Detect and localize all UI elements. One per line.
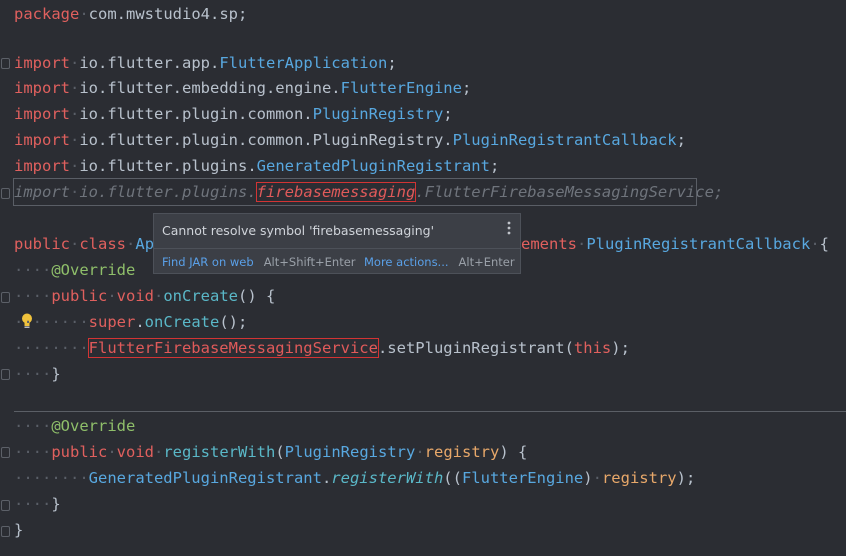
keyword: package [14,5,80,23]
code-line-import[interactable]: import·io.flutter.plugin.common.PluginRe… [14,101,453,127]
code-line-class-tail[interactable]: ements·PluginRegistrantCallback·{ [521,231,829,257]
method-separator [14,411,846,412]
unresolved-class[interactable]: FlutterFirebaseMessagingService [87,338,379,358]
code-line-close-brace[interactable]: ····} [14,361,61,387]
code-line-close-brace[interactable]: ····} [14,491,61,517]
find-jar-link[interactable]: Find JAR on web [162,255,254,269]
find-jar-shortcut: Alt+Shift+Enter [263,255,356,269]
error-tooltip: Cannot resolve symbol 'firebasemessaging… [153,213,521,274]
fold-marker[interactable] [1,292,10,303]
code-line-set-registrant[interactable]: ········FlutterFirebaseMessagingService.… [14,335,630,361]
code-line-register[interactable]: ····public·void·registerWith(PluginRegis… [14,439,527,465]
fold-marker[interactable] [1,188,10,199]
error-message: Cannot resolve symbol 'firebasemessaging… [162,223,435,238]
code-editor[interactable]: package·com.mwstudio4.sp; import·io.flut… [0,0,846,556]
fold-marker[interactable] [1,58,10,69]
code-line-import[interactable]: import·io.flutter.app.FlutterApplication… [14,50,397,76]
code-line-import[interactable]: import·io.flutter.embedding.engine.Flutt… [14,75,471,101]
code-line-super-call[interactable]: ········super.onCreate(); [14,309,247,335]
code-line-import[interactable]: import·io.flutter.plugins.GeneratedPlugi… [14,153,499,179]
code-line-class[interactable]: public·class·App [14,231,163,257]
fold-marker[interactable] [1,369,10,380]
code-line-annotation[interactable]: ····@Override [14,413,135,439]
code-line-generated-call[interactable]: ········GeneratedPluginRegistrant.regist… [14,465,695,491]
fold-marker[interactable] [1,500,10,511]
more-actions-shortcut: Alt+Enter [458,255,515,269]
more-actions-action[interactable]: More actions... Alt+Enter [364,255,515,269]
package-name: com.mwstudio4.sp [88,5,238,23]
code-line-package[interactable]: package·com.mwstudio4.sp; [14,1,247,27]
fold-marker[interactable] [1,526,10,537]
code-line-import[interactable]: import·io.flutter.plugin.common.PluginRe… [14,127,686,153]
find-jar-action[interactable]: Find JAR on web Alt+Shift+Enter [162,255,356,269]
code-line-oncreate[interactable]: ····public·void·onCreate() { [14,283,275,309]
fold-marker[interactable] [1,447,10,458]
unresolved-symbol[interactable]: firebasemessaging [255,182,417,202]
more-vertical-icon[interactable] [507,221,511,235]
more-actions-link[interactable]: More actions... [364,255,449,269]
code-line-annotation[interactable]: ····@Override [14,257,135,283]
code-line-class-close[interactable]: } [14,517,23,543]
code-line-unused-import[interactable]: import·io.flutter.plugins.firebasemessag… [13,178,723,206]
tooltip-separator [154,248,520,249]
